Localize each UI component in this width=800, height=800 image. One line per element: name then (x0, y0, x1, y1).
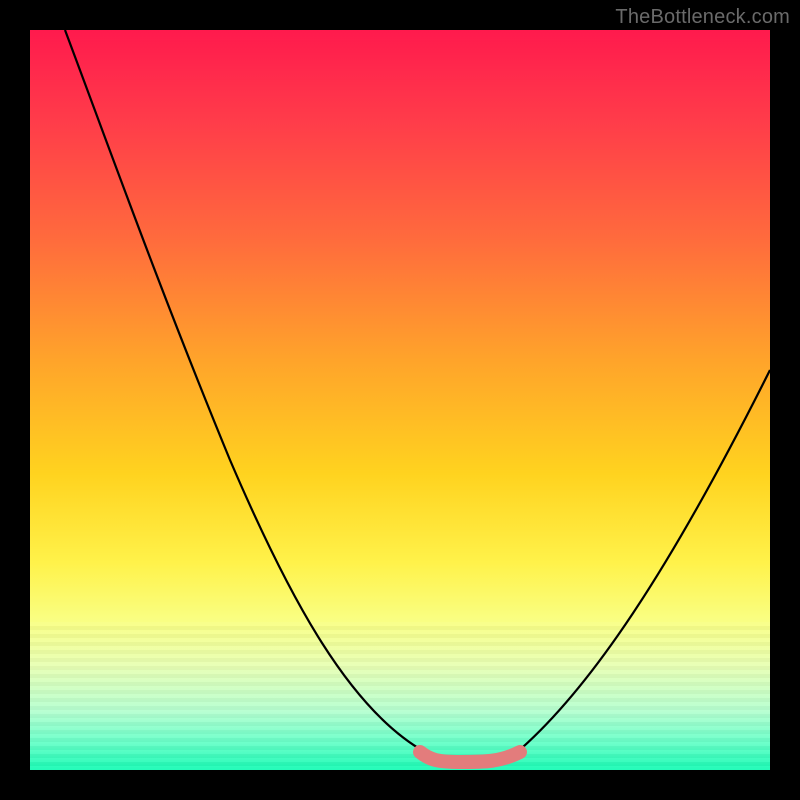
bottleneck-curve (65, 30, 770, 759)
watermark-text: TheBottleneck.com (615, 6, 790, 29)
plot-area (30, 30, 770, 770)
gradient-bands (30, 622, 770, 770)
flat-bottom-highlight (420, 752, 520, 762)
curve-svg (30, 30, 770, 770)
chart-frame: TheBottleneck.com (0, 0, 800, 800)
